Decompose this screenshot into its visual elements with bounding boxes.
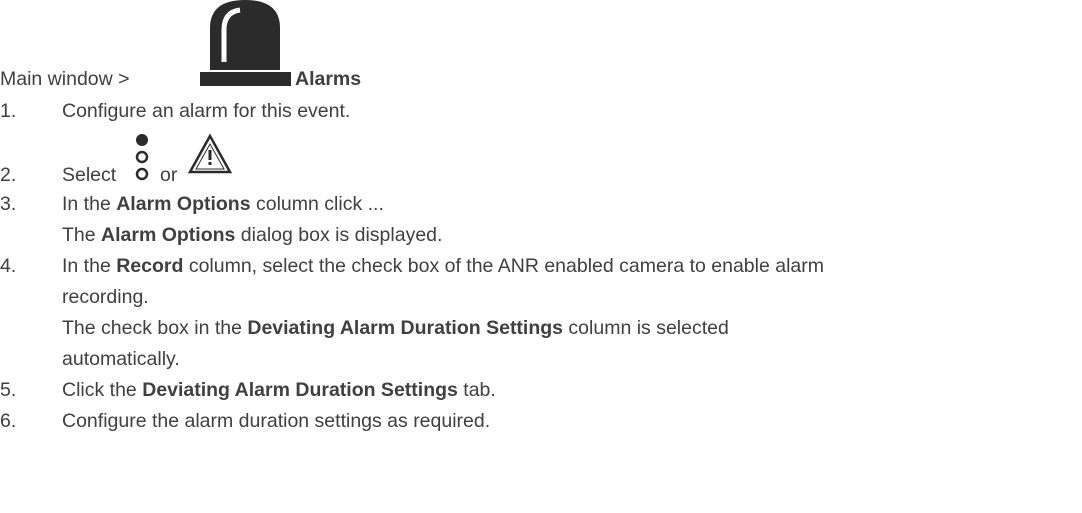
- step-number: 4.: [0, 255, 17, 277]
- step-5: 5. Click the Deviating Alarm Duration Se…: [0, 375, 1082, 406]
- alarm-lights-icon: [135, 134, 149, 181]
- step-number: 2.: [0, 164, 17, 186]
- step-text: Click the Deviating Alarm Duration Setti…: [62, 379, 496, 401]
- instruction-steps: 1. Configure an alarm for this event. 2.…: [0, 96, 1082, 437]
- step-number: 3.: [0, 193, 17, 215]
- dialog-name: Alarm Options: [101, 224, 236, 246]
- column-name: Deviating Alarm Duration Settings: [247, 317, 564, 339]
- step-number: 1.: [0, 100, 17, 122]
- step-text: In the Alarm Options column click ...: [62, 193, 384, 215]
- step-result: The Alarm Options dialog box is displaye…: [62, 224, 443, 246]
- step-result-continued: automatically.: [62, 348, 180, 370]
- warning-triangle-icon: [188, 133, 232, 174]
- step-2: 2. Select or: [0, 127, 1082, 189]
- breadcrumb-prefix: Main window >: [0, 68, 130, 90]
- step-result: The check box in the Deviating Alarm Dur…: [62, 317, 729, 339]
- step-6: 6. Configure the alarm duration settings…: [0, 406, 1082, 437]
- or-text: or: [160, 164, 178, 186]
- step-text: Configure an alarm for this event.: [62, 100, 351, 122]
- step-text: Configure the alarm duration settings as…: [62, 410, 491, 432]
- step-3: 3. In the Alarm Options column click ...…: [0, 189, 1082, 251]
- column-name: Record: [116, 255, 184, 277]
- step-number: 5.: [0, 379, 17, 401]
- step-text-continued: recording.: [62, 286, 149, 308]
- step-4: 4. In the Record column, select the chec…: [0, 251, 1082, 375]
- breadcrumb-target: Alarms: [295, 68, 362, 90]
- tab-name: Deviating Alarm Duration Settings: [142, 379, 458, 401]
- column-name: Alarm Options: [116, 193, 251, 215]
- step-number: 6.: [0, 410, 17, 432]
- step-text: Select: [62, 164, 117, 186]
- alarm-siren-icon: [200, 0, 291, 86]
- step-text: In the Record column, select the check b…: [62, 255, 825, 277]
- step-1: 1. Configure an alarm for this event.: [0, 96, 1082, 127]
